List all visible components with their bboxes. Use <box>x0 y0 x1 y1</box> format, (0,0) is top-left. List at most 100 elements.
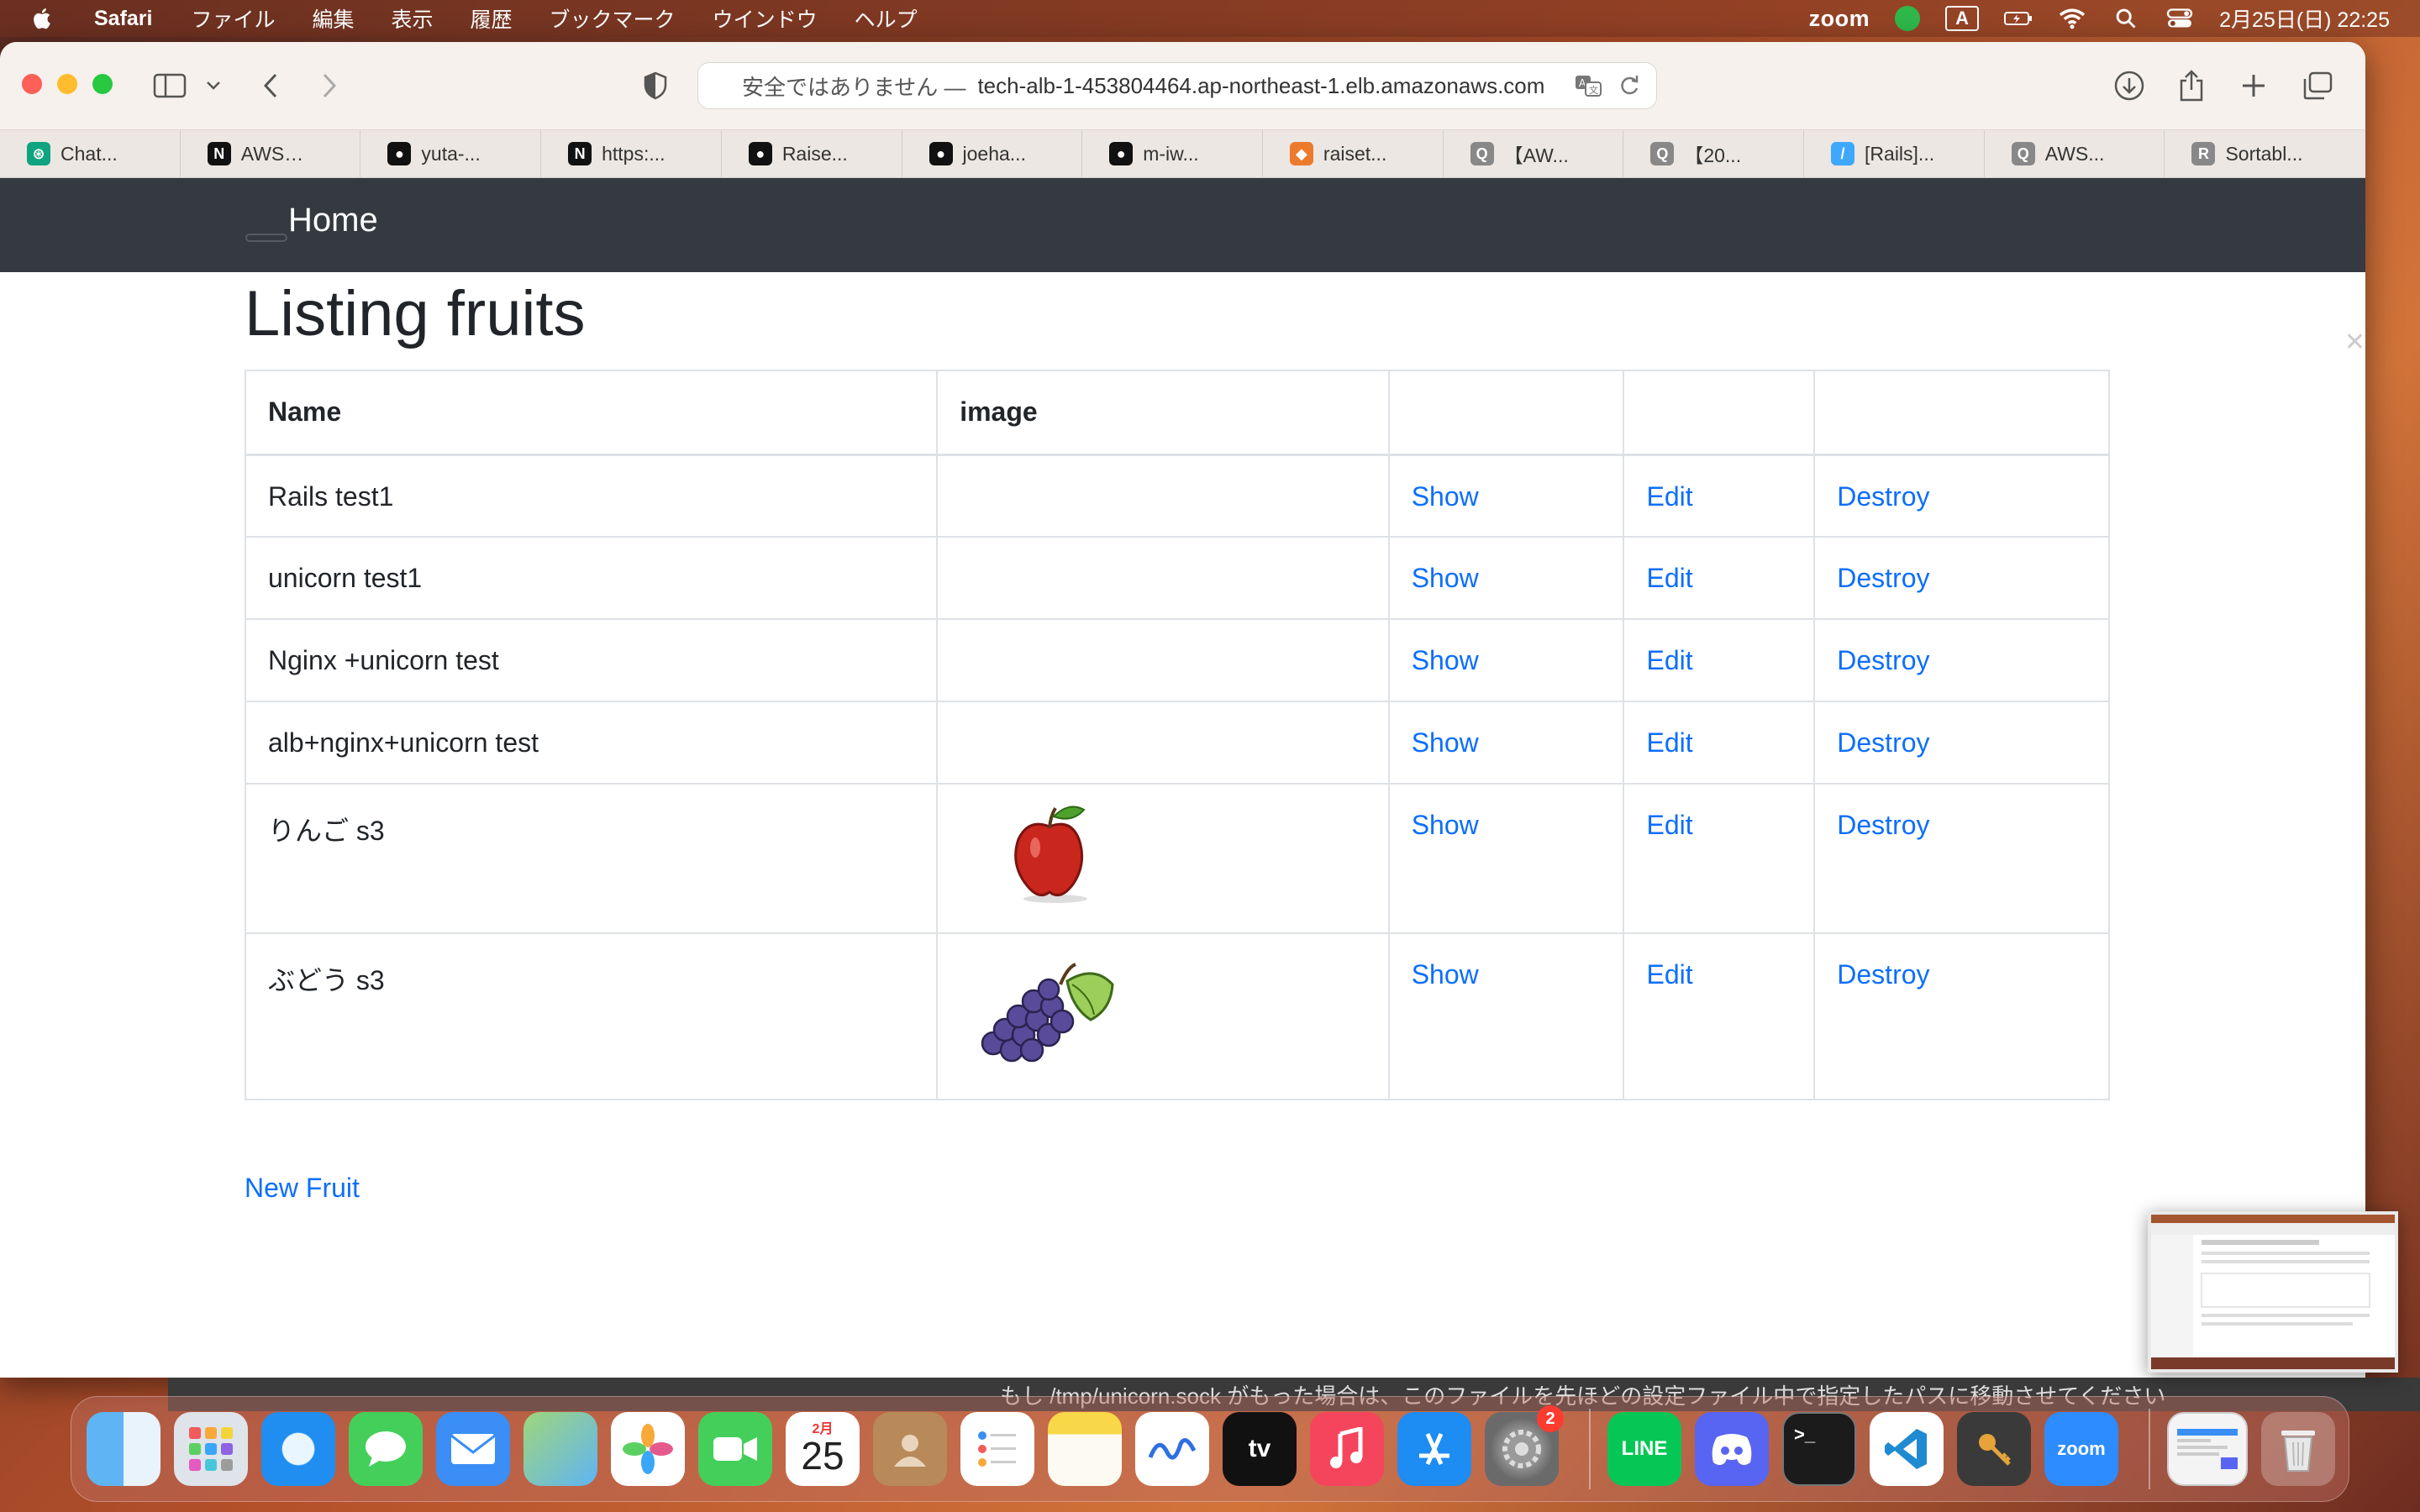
qiita-icon: Q <box>1650 142 1675 165</box>
favorite-item[interactable]: Q AWS... <box>1985 130 2165 177</box>
favorite-label: Chat... <box>60 142 118 165</box>
zoom-status-item[interactable]: zoom <box>1809 6 1870 32</box>
dock-appstore-icon[interactable] <box>1397 1412 1471 1486</box>
show-link[interactable]: Show <box>1412 810 1479 840</box>
dock-preview-stack-icon[interactable] <box>2167 1412 2248 1486</box>
back-button[interactable] <box>252 67 289 104</box>
menu-app-name[interactable]: Safari <box>94 7 152 31</box>
favorite-item[interactable]: / [Rails]... <box>1804 130 1985 177</box>
translate-icon[interactable]: A文 <box>1574 73 1602 98</box>
dock-freeform-icon[interactable] <box>1135 1412 1209 1486</box>
favorite-item[interactable]: ● yuta-... <box>360 130 542 177</box>
edit-link[interactable]: Edit <box>1646 645 1692 675</box>
dock-mail-icon[interactable] <box>436 1412 510 1486</box>
table-row: りんご s3 Show Edit Destroy <box>244 783 2110 934</box>
line-status-icon[interactable] <box>1895 6 1921 31</box>
menu-bookmarks[interactable]: ブックマーク <box>550 3 676 34</box>
edit-link[interactable]: Edit <box>1646 563 1692 593</box>
dock-contacts-icon[interactable] <box>873 1412 947 1486</box>
menu-window[interactable]: ウインドウ <box>713 3 818 34</box>
favorite-item[interactable]: ● m-iw... <box>1082 130 1263 177</box>
edit-link[interactable]: Edit <box>1646 727 1692 758</box>
share-button[interactable] <box>2173 67 2210 104</box>
dock-line-icon[interactable]: LINE <box>1607 1412 1681 1486</box>
destroy-link[interactable]: Destroy <box>1837 959 1929 990</box>
sidebar-toggle-button[interactable] <box>151 67 188 104</box>
dock-discord-icon[interactable] <box>1695 1412 1769 1486</box>
menu-edit[interactable]: 編集 <box>313 3 355 34</box>
navbar-toggler[interactable] <box>245 234 287 242</box>
show-link[interactable]: Show <box>1412 727 1479 758</box>
reload-icon[interactable] <box>1618 73 1641 98</box>
destroy-link[interactable]: Destroy <box>1837 563 1929 593</box>
favorite-item[interactable]: ● Raise... <box>722 130 902 177</box>
tab-group-menu-button[interactable] <box>195 67 232 104</box>
dock-facetime-icon[interactable] <box>698 1412 772 1486</box>
favorite-item[interactable]: R Sortabl... <box>2165 130 2365 177</box>
show-link[interactable]: Show <box>1412 959 1479 990</box>
close-window-button[interactable] <box>22 74 42 94</box>
downloads-button[interactable] <box>2111 67 2148 104</box>
dock-photos-icon[interactable] <box>611 1412 685 1486</box>
dock-terminal-icon[interactable]: >_ <box>1782 1412 1856 1486</box>
dock-maps-icon[interactable] <box>523 1412 597 1486</box>
checklist-icon <box>978 1431 1016 1467</box>
show-link[interactable]: Show <box>1412 645 1479 675</box>
favorite-item[interactable]: ⊛ Chat... <box>0 130 181 177</box>
apple-icon[interactable] <box>30 6 55 31</box>
favorite-item[interactable]: Q 【20... <box>1623 130 1805 177</box>
privacy-report-button[interactable] <box>637 67 674 104</box>
address-bar[interactable]: 安全ではありません — tech-alb-1-453804464.ap-nort… <box>697 62 1657 109</box>
destroy-link[interactable]: Destroy <box>1837 810 1929 840</box>
dock-notes-icon[interactable] <box>1048 1412 1122 1486</box>
minimize-window-button[interactable] <box>57 74 77 94</box>
tab-overview-button[interactable] <box>2299 67 2336 104</box>
dock-messages-icon[interactable] <box>349 1412 423 1486</box>
control-center-icon[interactable] <box>2165 7 2194 30</box>
dock-reminders-icon[interactable] <box>960 1412 1034 1486</box>
favorite-item[interactable]: N AWS… <box>181 130 361 177</box>
dock-keychain-icon[interactable] <box>1957 1412 2031 1486</box>
zoom-window-button[interactable] <box>92 74 113 94</box>
screenshot-thumbnail[interactable] <box>2148 1211 2398 1373</box>
edit-link[interactable]: Edit <box>1646 481 1692 512</box>
column-header-show <box>1387 370 1625 456</box>
favorite-item[interactable]: ● joeha... <box>902 130 1083 177</box>
favorite-item[interactable]: Nhttps:... <box>541 130 722 177</box>
destroy-link[interactable]: Destroy <box>1837 481 1929 512</box>
wifi-icon[interactable] <box>2058 7 2086 30</box>
show-link[interactable]: Show <box>1412 563 1479 593</box>
dock-finder-icon[interactable] <box>87 1412 160 1486</box>
new-fruit-link[interactable]: New Fruit <box>245 1173 360 1204</box>
spotlight-search-icon[interactable] <box>2112 7 2140 30</box>
menu-clock[interactable]: 2月25日(日) 22:25 <box>2219 3 2390 34</box>
navbar-brand-link[interactable]: Home <box>288 202 378 239</box>
dock-zoom-icon[interactable]: zoom <box>2044 1412 2118 1486</box>
menu-file[interactable]: ファイル <box>191 3 275 34</box>
forward-button[interactable] <box>311 67 348 104</box>
dock-music-icon[interactable] <box>1310 1412 1384 1486</box>
dock-trash-icon[interactable] <box>2261 1412 2335 1486</box>
dock-settings-icon[interactable]: 2 <box>1485 1405 1564 1486</box>
favorite-label: AWS… <box>240 142 304 165</box>
close-icon[interactable]: ✕ <box>2344 328 2365 357</box>
dock-launchpad-icon[interactable] <box>174 1412 248 1486</box>
destroy-link[interactable]: Destroy <box>1837 645 1929 675</box>
favorite-item[interactable]: ◆ raiset... <box>1263 130 1444 177</box>
edit-link[interactable]: Edit <box>1646 810 1692 840</box>
dock-calendar-icon[interactable]: 2月 25 <box>786 1412 860 1486</box>
dock-vscode-icon[interactable] <box>1870 1412 1944 1486</box>
show-link[interactable]: Show <box>1412 481 1479 512</box>
menu-view[interactable]: 表示 <box>392 3 434 34</box>
dock-tv-icon[interactable]: tv <box>1223 1412 1297 1486</box>
battery-icon[interactable] <box>2004 7 2033 30</box>
favorite-item[interactable]: Q 【AW... <box>1444 130 1624 177</box>
edit-link[interactable]: Edit <box>1646 959 1692 990</box>
menu-help[interactable]: ヘルプ <box>855 3 918 34</box>
menu-history[interactable]: 履歴 <box>471 3 513 34</box>
input-source-icon[interactable]: A <box>1945 6 1980 31</box>
dock-safari-icon[interactable] <box>261 1412 335 1486</box>
destroy-link[interactable]: Destroy <box>1837 727 1929 758</box>
video-camera-icon <box>713 1437 757 1461</box>
new-tab-button[interactable] <box>2235 67 2272 104</box>
